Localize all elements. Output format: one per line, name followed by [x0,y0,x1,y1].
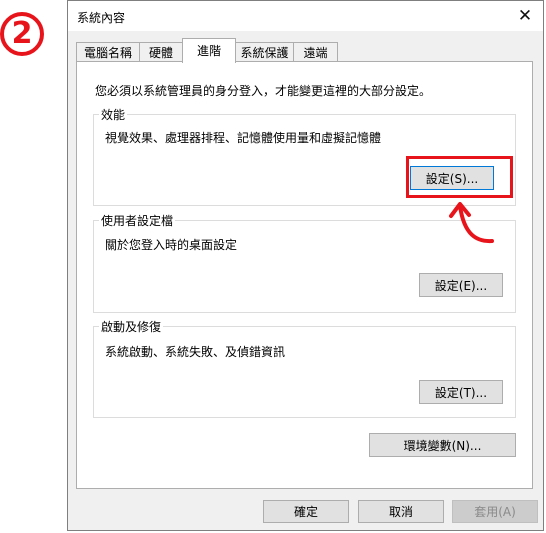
cancel-button[interactable]: 取消 [358,500,444,523]
performance-description: 視覺效果、處理器排程、記憶體使用量和虛擬記憶體 [105,131,382,145]
advanced-tab-page: 您必須以系統管理員的身分登入，才能變更這裡的大部分設定。 效能 視覺效果、處理器… [76,61,533,489]
highlight-annotation-box [406,156,513,198]
tab-computer-name[interactable]: 電腦名稱 [76,42,140,61]
tab-system-protection[interactable]: 系統保護 [235,42,294,61]
tab-remote[interactable]: 遠端 [293,42,338,61]
environment-variables-button[interactable]: 環境變數(N)... [369,433,516,457]
performance-group-title: 效能 [99,106,128,123]
tab-advanced[interactable]: 進階 [182,38,236,63]
startup-recovery-group-title: 啟動及修復 [99,318,164,335]
step-number: 2 [11,16,33,51]
step-number-badge: 2 [0,12,44,56]
system-properties-window: 系統內容 ✕ 電腦名稱 硬體 進階 系統保護 遠端 您必須以系統管理員的身分登入… [67,0,544,531]
close-icon[interactable]: ✕ [514,5,536,27]
admin-notice: 您必須以系統管理員的身分登入，才能變更這裡的大部分設定。 [95,84,432,98]
tab-hardware[interactable]: 硬體 [139,42,183,61]
curved-arrow-icon [449,202,494,244]
apply-button: 套用(A) [452,500,538,523]
user-profiles-settings-button[interactable]: 設定(E)... [419,273,503,297]
title-bar: 系統內容 ✕ [68,1,543,31]
user-profiles-description: 關於您登入時的桌面設定 [105,238,238,252]
startup-recovery-description: 系統啟動、系統失敗、及偵錯資訊 [105,345,286,359]
user-profiles-group-title: 使用者設定檔 [99,212,176,229]
window-title: 系統內容 [77,11,126,25]
startup-recovery-settings-button[interactable]: 設定(T)... [419,380,503,404]
ok-button[interactable]: 確定 [263,500,349,523]
startup-recovery-group [93,326,516,418]
